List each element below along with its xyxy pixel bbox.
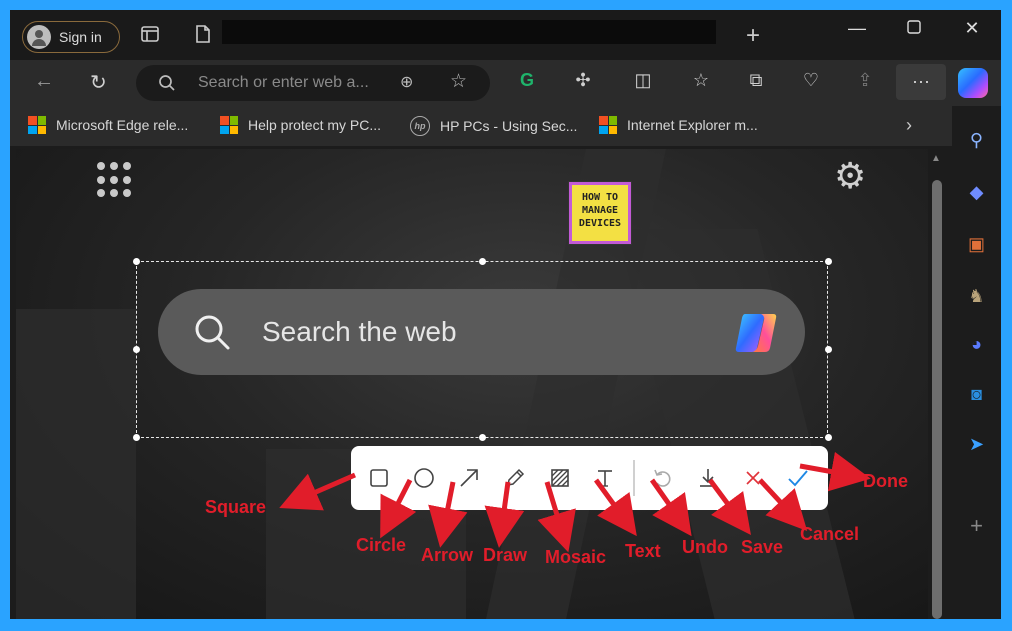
favorite-item-4[interactable]: Internet Explorer m... xyxy=(599,116,758,134)
sidebar-outlook-icon[interactable]: ◙ xyxy=(952,384,1001,405)
close-icon[interactable] xyxy=(739,464,767,492)
selection-handle[interactable] xyxy=(479,258,486,265)
microsoft-logo-icon xyxy=(220,116,238,134)
zoom-icon[interactable]: ⊕ xyxy=(400,72,413,92)
extensions-icon[interactable]: ✣ xyxy=(570,70,596,91)
favorites-icon[interactable]: ☆ xyxy=(688,70,714,91)
back-icon[interactable]: ← xyxy=(34,70,54,93)
tab-strip[interactable] xyxy=(222,20,716,44)
undo-annotation: Undo xyxy=(682,537,728,557)
favorite-label: Help protect my PC... xyxy=(248,117,382,133)
circle-icon[interactable] xyxy=(410,464,438,492)
arrow-annotation: Arrow xyxy=(421,545,474,565)
favorite-label: Internet Explorer m... xyxy=(627,117,758,133)
browser-essentials-icon[interactable]: ♡ xyxy=(798,70,824,91)
address-placeholder: Search or enter web a... xyxy=(198,74,369,91)
text-annotation: Text xyxy=(625,541,661,561)
minimize-icon[interactable]: — xyxy=(842,18,872,39)
favorite-item-3[interactable]: hp HP PCs - Using Sec... xyxy=(410,116,577,136)
tab-bar: Sign in + — ✕ xyxy=(10,10,1001,60)
edge-sidebar: ⚲ ◆ ▣ ♞ ◕ ◙ ➤ + xyxy=(952,106,1001,619)
screenshot-toolbar xyxy=(351,446,828,510)
mosaic-annotation: Mosaic xyxy=(545,547,607,567)
how-to-manage-devices-logo: HOW TO MANAGE DEVICES xyxy=(568,181,632,245)
avatar-icon xyxy=(27,25,51,49)
done-annotation: Done xyxy=(863,471,908,491)
square-annotation: Square xyxy=(205,497,267,517)
cancel-annotation: Cancel xyxy=(800,524,860,544)
background-building xyxy=(16,309,136,619)
favorites-bar: Microsoft Edge rele... Help protect my P… xyxy=(10,106,1001,146)
scrollbar-thumb[interactable] xyxy=(932,180,942,619)
selection-handle[interactable] xyxy=(825,434,832,441)
chevron-right-icon[interactable]: › xyxy=(906,115,912,136)
mosaic-icon[interactable] xyxy=(546,464,574,492)
grammarly-icon[interactable]: G xyxy=(514,70,540,91)
sidebar-microsoft365-icon[interactable]: ◕ xyxy=(952,334,1001,355)
apps-launcher-icon[interactable] xyxy=(97,162,133,198)
download-icon[interactable] xyxy=(694,464,722,492)
page-icon[interactable] xyxy=(194,24,212,49)
scroll-up-icon[interactable]: ▲ xyxy=(931,153,941,164)
address-bar[interactable]: Search or enter web a... ⊕ ☆ xyxy=(136,65,490,101)
favorite-label: HP PCs - Using Sec... xyxy=(440,118,578,134)
maximize-icon[interactable] xyxy=(899,18,929,39)
sidebar-search-icon[interactable]: ⚲ xyxy=(952,130,1001,151)
tab-actions-icon[interactable] xyxy=(140,24,160,49)
collections-icon[interactable]: ⧉ xyxy=(743,70,769,91)
pencil-icon[interactable] xyxy=(501,464,529,492)
square-icon[interactable] xyxy=(365,464,393,492)
gear-icon[interactable]: ⚙ xyxy=(834,158,866,194)
close-window-icon[interactable]: ✕ xyxy=(957,18,987,39)
circle-annotation: Circle xyxy=(356,535,407,555)
check-icon[interactable] xyxy=(784,464,812,492)
sidebar-tools-icon[interactable]: ▣ xyxy=(952,234,1001,255)
hp-logo-icon: hp xyxy=(410,116,430,136)
sidebar-add-icon[interactable]: + xyxy=(952,513,1001,539)
split-screen-icon[interactable]: ◫ xyxy=(630,70,656,91)
copilot-icon[interactable] xyxy=(958,68,988,98)
logo-line: MANAGE xyxy=(581,205,619,216)
toolbar-divider xyxy=(633,460,635,496)
selection-handle[interactable] xyxy=(825,346,832,353)
new-tab-icon[interactable]: + xyxy=(746,22,760,50)
save-annotation: Save xyxy=(741,537,784,557)
arrow-icon[interactable] xyxy=(455,464,483,492)
refresh-icon[interactable]: ↻ xyxy=(90,70,107,95)
draw-annotation: Draw xyxy=(483,545,528,565)
selection-handle[interactable] xyxy=(133,346,140,353)
selection-handle[interactable] xyxy=(133,258,140,265)
microsoft-logo-icon xyxy=(28,116,46,134)
microsoft-logo-icon xyxy=(599,116,617,134)
text-icon[interactable] xyxy=(591,464,619,492)
address-bar-row: ← ↻ Search or enter web a... ⊕ ☆ G ✣ ◫ ☆… xyxy=(10,60,1001,106)
capture-selection-area[interactable] xyxy=(136,261,828,438)
browser-window: Sign in + — ✕ ← ↻ Search or enter web a.… xyxy=(10,10,1001,619)
favorite-item-2[interactable]: Help protect my PC... xyxy=(220,116,381,134)
undo-icon[interactable] xyxy=(648,464,676,492)
selection-handle[interactable] xyxy=(825,258,832,265)
sidebar-shopping-icon[interactable]: ◆ xyxy=(952,182,1001,203)
favorite-star-icon[interactable]: ☆ xyxy=(450,70,467,93)
more-options-button[interactable]: ··· xyxy=(896,64,946,100)
sign-in-button[interactable]: Sign in xyxy=(22,21,120,53)
logo-line: HOW TO xyxy=(581,192,619,203)
favorite-item-1[interactable]: Microsoft Edge rele... xyxy=(28,116,188,134)
share-icon[interactable]: ⇪ xyxy=(852,70,878,91)
sign-in-label: Sign in xyxy=(59,29,102,45)
selection-handle[interactable] xyxy=(133,434,140,441)
search-icon xyxy=(159,75,175,91)
selection-handle[interactable] xyxy=(479,434,486,441)
sidebar-games-icon[interactable]: ♞ xyxy=(952,286,1001,307)
sidebar-send-icon[interactable]: ➤ xyxy=(952,434,1001,455)
logo-line: DEVICES xyxy=(578,218,622,229)
favorite-label: Microsoft Edge rele... xyxy=(56,117,189,133)
